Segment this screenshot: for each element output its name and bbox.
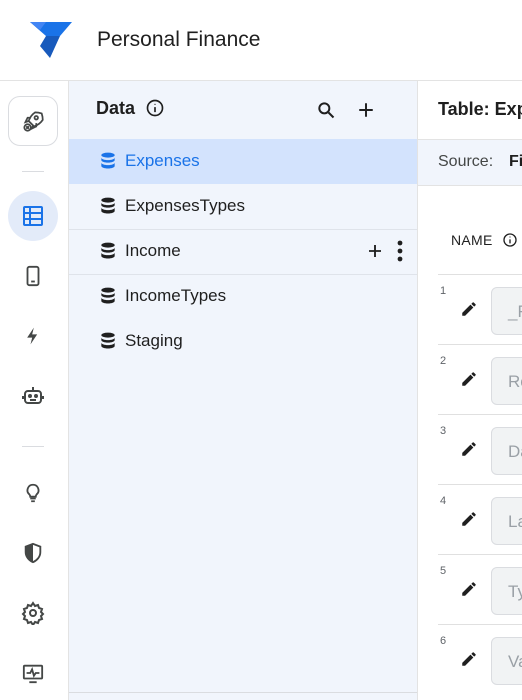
more-vert-icon[interactable] bbox=[389, 239, 411, 263]
table-row: 5 Ty bbox=[438, 554, 522, 625]
name-cell-value: La bbox=[508, 512, 522, 531]
edit-icon[interactable] bbox=[460, 580, 478, 598]
main-content: Table: Exp Source: Fi NAME 1 _R 2 Ro 3 D… bbox=[418, 81, 522, 700]
bolt-icon[interactable] bbox=[8, 311, 58, 361]
row-number: 3 bbox=[440, 425, 447, 437]
database-icon bbox=[101, 287, 115, 304]
name-cell-value: Ro bbox=[508, 372, 522, 391]
phone-icon[interactable] bbox=[8, 251, 58, 301]
search-icon[interactable] bbox=[313, 97, 339, 123]
table-title: Table: Exp bbox=[438, 99, 522, 119]
monitor-icon[interactable] bbox=[8, 648, 58, 698]
data-panel-header: Data bbox=[69, 81, 417, 139]
row-number: 2 bbox=[440, 355, 447, 367]
info-icon[interactable] bbox=[145, 98, 165, 118]
nav-rail bbox=[0, 81, 69, 700]
gear-icon[interactable] bbox=[8, 588, 58, 638]
table-item-label: Expenses bbox=[125, 151, 200, 170]
shield-icon[interactable] bbox=[8, 528, 58, 578]
edit-icon[interactable] bbox=[460, 300, 478, 318]
table-row: 6 Va bbox=[438, 624, 522, 695]
table-row: 4 La bbox=[438, 484, 522, 555]
add-table-button[interactable] bbox=[353, 97, 379, 123]
table-item-label: Income bbox=[125, 241, 181, 260]
table-item-label: IncomeTypes bbox=[125, 286, 227, 305]
name-cell-value: _R bbox=[508, 302, 522, 321]
add-icon[interactable] bbox=[364, 239, 386, 263]
table-icon[interactable] bbox=[8, 191, 58, 241]
source-label: Source: bbox=[438, 153, 494, 170]
app-logo[interactable] bbox=[30, 22, 72, 58]
top-bar: Personal Finance bbox=[0, 0, 522, 81]
name-cell-value: Ty bbox=[508, 582, 522, 601]
data-panel-title: Data bbox=[96, 98, 136, 118]
name-cell[interactable]: Va bbox=[491, 637, 522, 685]
row-number: 1 bbox=[440, 285, 447, 297]
table-item-label: ExpensesTypes bbox=[125, 196, 246, 215]
name-cell[interactable]: Da bbox=[491, 427, 522, 475]
row-number: 4 bbox=[440, 495, 447, 507]
edit-icon[interactable] bbox=[460, 440, 478, 458]
table-item-incometypes[interactable]: IncomeTypes bbox=[69, 274, 417, 319]
name-cell[interactable]: La bbox=[491, 497, 522, 545]
data-panel: Data Expenses ExpensesTypes Income Incom… bbox=[69, 81, 418, 700]
table-item-expenses[interactable]: Expenses bbox=[69, 139, 417, 184]
table-row: 1 _R bbox=[438, 274, 522, 345]
source-bar: Source: Fi bbox=[418, 139, 522, 186]
table-item-expensestypes[interactable]: ExpensesTypes bbox=[69, 184, 417, 229]
app-title: Personal Finance bbox=[97, 28, 261, 51]
source-value[interactable]: Fi bbox=[509, 153, 522, 171]
database-icon bbox=[101, 197, 115, 214]
info-icon[interactable] bbox=[502, 232, 518, 248]
database-icon bbox=[101, 152, 115, 169]
database-icon bbox=[101, 332, 115, 349]
name-cell[interactable]: Ty bbox=[491, 567, 522, 615]
name-cell-value: Da bbox=[508, 442, 522, 461]
table-row: 3 Da bbox=[438, 414, 522, 485]
edit-icon[interactable] bbox=[460, 370, 478, 388]
table-item-staging[interactable]: Staging bbox=[69, 319, 417, 364]
robot-icon[interactable] bbox=[8, 371, 58, 421]
table-item-label: Staging bbox=[125, 331, 183, 350]
row-number: 6 bbox=[440, 635, 447, 647]
table-row: 2 Ro bbox=[438, 344, 522, 415]
database-icon bbox=[101, 242, 115, 259]
table-item-income[interactable]: Income bbox=[69, 229, 417, 274]
lightbulb-icon[interactable] bbox=[8, 468, 58, 518]
rocket-icon[interactable] bbox=[8, 96, 58, 146]
row-number: 5 bbox=[440, 565, 447, 577]
name-cell-value: Va bbox=[508, 652, 522, 671]
column-header-name[interactable]: NAME bbox=[451, 232, 493, 248]
name-cell[interactable]: _R bbox=[491, 287, 522, 335]
name-cell[interactable]: Ro bbox=[491, 357, 522, 405]
edit-icon[interactable] bbox=[460, 650, 478, 668]
edit-icon[interactable] bbox=[460, 510, 478, 528]
